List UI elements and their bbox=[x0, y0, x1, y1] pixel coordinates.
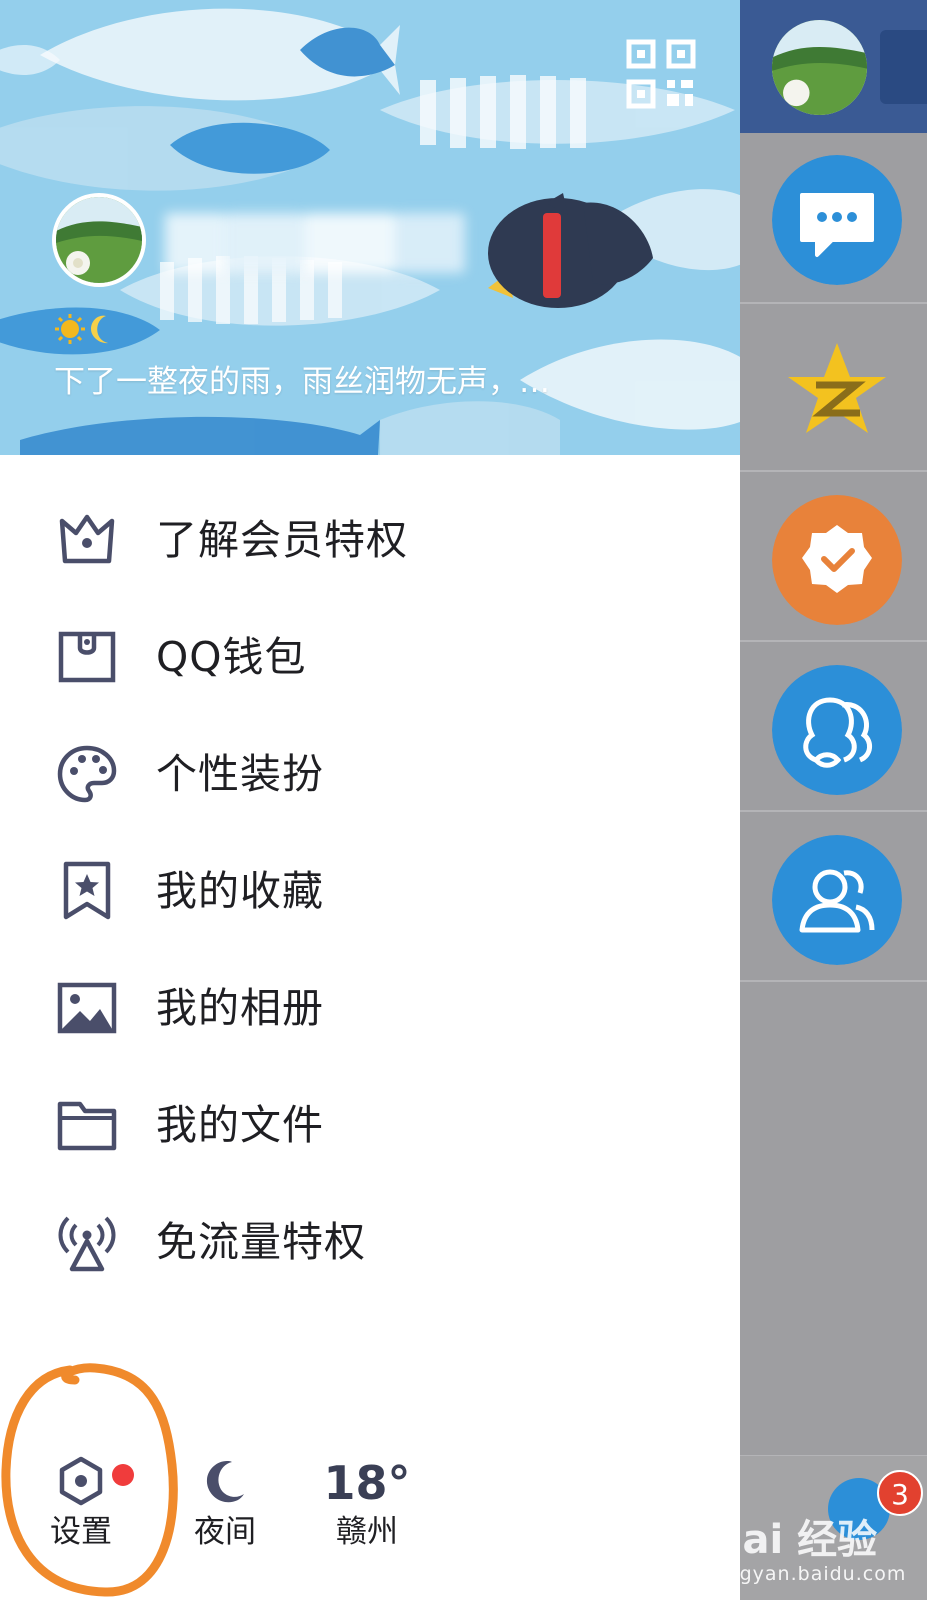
photo-album-icon bbox=[57, 982, 117, 1034]
drawer-bottom-bar: 设置 夜间 18° 赣州 bbox=[0, 1428, 740, 1600]
signal-tower-icon bbox=[58, 1216, 116, 1272]
profile-header[interactable]: 下了一整夜的雨，雨丝润物无声，… bbox=[0, 0, 740, 455]
weather-widget[interactable]: 18° 赣州 bbox=[312, 1428, 422, 1558]
crown-icon bbox=[59, 514, 115, 564]
weather-temperature: 18° bbox=[323, 1456, 411, 1510]
menu-item-label: 我的收藏 bbox=[156, 867, 324, 915]
verified-badge-icon bbox=[772, 495, 902, 625]
sun-icon bbox=[55, 314, 85, 344]
nickname-blurred bbox=[165, 205, 475, 279]
contacts-icon bbox=[772, 835, 902, 965]
moon-icon bbox=[91, 315, 108, 344]
profile-avatar[interactable] bbox=[52, 193, 146, 287]
watermark-sub: jingyan.baidu.com bbox=[714, 1563, 907, 1585]
weather-city: 赣州 bbox=[336, 1514, 398, 1550]
strip-avatar bbox=[772, 20, 867, 115]
menu-item-label: 我的文件 bbox=[156, 1101, 324, 1149]
menu-item-qq-wallet[interactable]: QQ钱包 bbox=[0, 612, 740, 702]
qzone-star-icon bbox=[788, 343, 886, 433]
baidu-watermark: Bai 经验 jingyan.baidu.com bbox=[712, 1505, 927, 1600]
qq-app-screen: 下了一整夜的雨，雨丝润物无声，… 了解会员特权 QQ钱包 个性装扮 我的收藏 我… bbox=[0, 0, 927, 1600]
friends-icon bbox=[772, 665, 902, 795]
settings-label: 设置 bbox=[50, 1514, 112, 1550]
avatar-image bbox=[56, 197, 142, 283]
watermark-main: Bai 经验 bbox=[712, 1517, 878, 1563]
moon-icon bbox=[206, 1461, 244, 1503]
signature-text[interactable]: 下了一整夜的雨，雨丝润物无声，… bbox=[54, 362, 674, 402]
bookmark-star-icon bbox=[63, 861, 111, 920]
penguin-mascot-icon bbox=[488, 193, 653, 308]
settings-button[interactable]: 设置 bbox=[26, 1428, 136, 1558]
menu-item-personalize[interactable]: 个性装扮 bbox=[0, 729, 740, 819]
menu-item-photo-album[interactable]: 我的相册 bbox=[0, 963, 740, 1053]
night-mode-label: 夜间 bbox=[194, 1514, 256, 1550]
menu-item-label: 个性装扮 bbox=[156, 750, 324, 798]
menu-item-free-data[interactable]: 免流量特权 bbox=[0, 1197, 740, 1287]
settings-hexagon-icon bbox=[59, 1456, 103, 1506]
side-drawer: 下了一整夜的雨，雨丝润物无声，… 了解会员特权 QQ钱包 个性装扮 我的收藏 我… bbox=[0, 0, 740, 1600]
strip-header bbox=[740, 0, 927, 133]
menu-item-favorites[interactable]: 我的收藏 bbox=[0, 846, 740, 936]
wallet-icon bbox=[58, 631, 116, 683]
background-conversation-strip[interactable] bbox=[740, 0, 927, 1600]
qr-code-icon[interactable] bbox=[625, 38, 697, 110]
folder-icon bbox=[57, 1101, 117, 1151]
menu-item-label: 免流量特权 bbox=[156, 1218, 366, 1266]
menu-item-label: 我的相册 bbox=[156, 984, 324, 1032]
notification-dot bbox=[112, 1464, 134, 1486]
night-mode-button[interactable]: 夜间 bbox=[170, 1428, 280, 1558]
menu-item-label: 了解会员特权 bbox=[156, 516, 408, 564]
chat-bubble-icon bbox=[772, 155, 902, 285]
menu-item-my-files[interactable]: 我的文件 bbox=[0, 1080, 740, 1170]
menu-item-vip-privileges[interactable]: 了解会员特权 bbox=[0, 495, 740, 585]
palette-icon bbox=[57, 745, 117, 803]
status-icons bbox=[54, 312, 118, 353]
menu-item-label: QQ钱包 bbox=[156, 633, 307, 681]
